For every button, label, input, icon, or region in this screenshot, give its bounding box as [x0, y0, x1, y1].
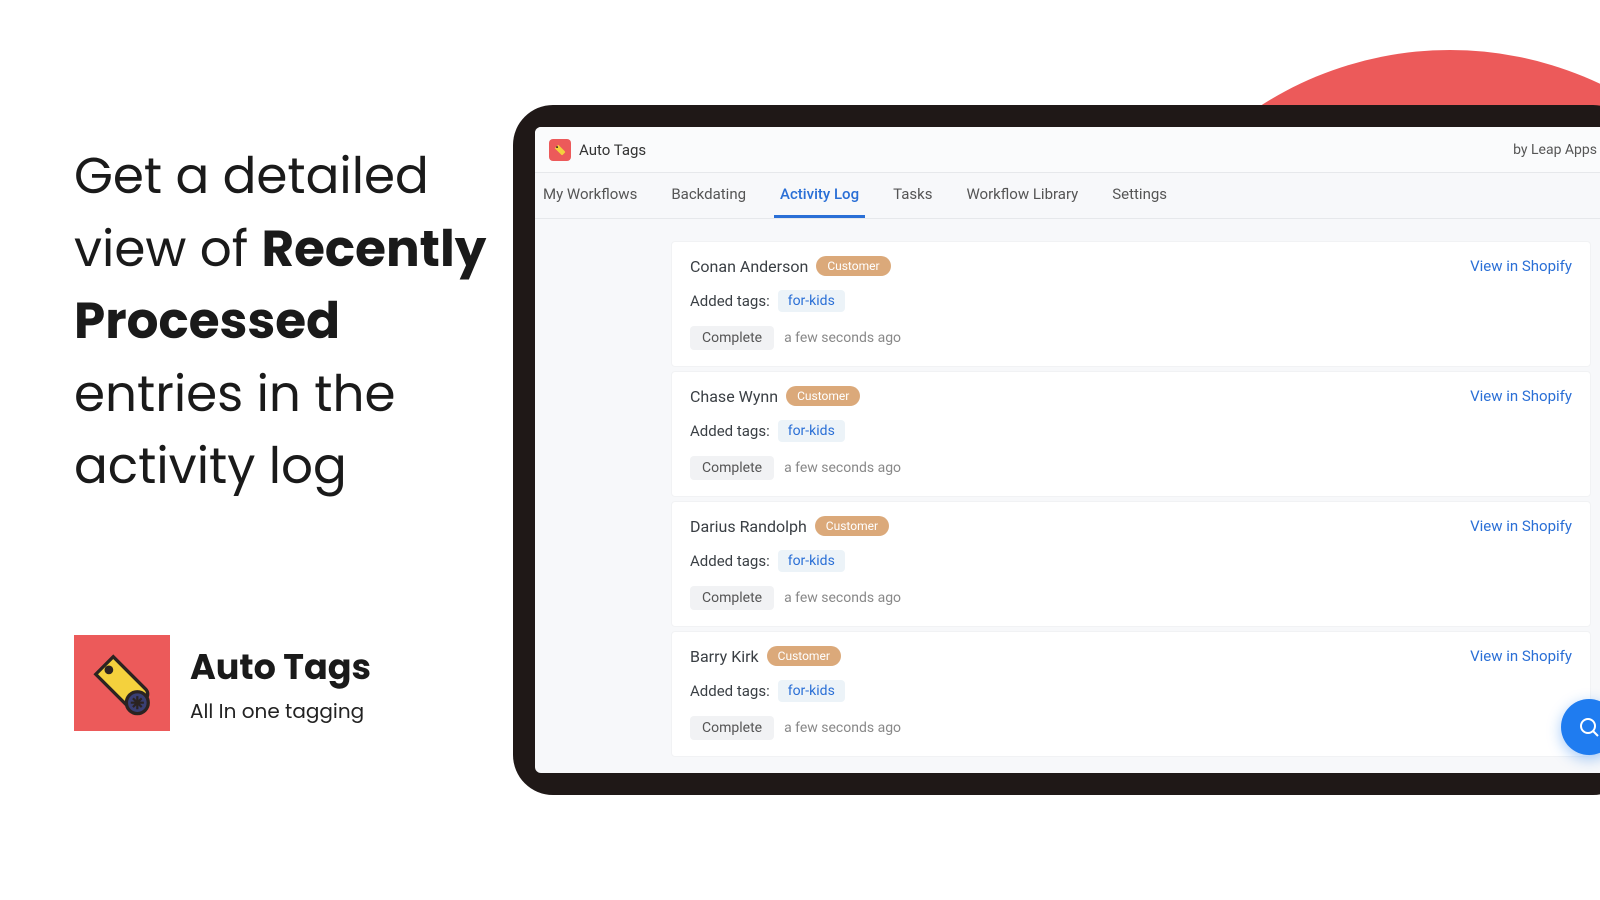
entity-type-badge: Customer: [767, 646, 841, 666]
added-tags-label: Added tags:: [690, 552, 770, 570]
entity-type-badge: Customer: [786, 386, 860, 406]
brand-name: Auto Tags: [190, 641, 371, 694]
tag-chip: for-kids: [778, 420, 845, 442]
tag-chip: for-kids: [778, 290, 845, 312]
tab-backdating[interactable]: Backdating: [665, 173, 752, 218]
status-badge: Complete: [690, 716, 774, 740]
activity-card: Barry Kirk Customer View in Shopify Added t…: [671, 631, 1591, 757]
tab-my-workflows[interactable]: My Workflows: [537, 173, 643, 218]
device-frame: Auto Tags by Leap Apps My Workflows Backd…: [513, 105, 1600, 795]
activity-card: Chase Wynn Customer View in Shopify Added t…: [671, 371, 1591, 497]
timestamp: a few seconds ago: [784, 330, 901, 346]
added-tags-label: Added tags:: [690, 292, 770, 310]
brand-block: Auto Tags All In one tagging: [74, 635, 371, 731]
app-header: Auto Tags by Leap Apps: [535, 127, 1600, 173]
app-screen: Auto Tags by Leap Apps My Workflows Backd…: [535, 127, 1600, 773]
tab-settings[interactable]: Settings: [1106, 173, 1173, 218]
added-tags-label: Added tags:: [690, 422, 770, 440]
marketing-headline: Get a detailed view of Recently Processe…: [74, 140, 494, 503]
view-in-shopify-link[interactable]: View in Shopify: [1470, 387, 1572, 405]
app-by-label: by Leap Apps: [1513, 142, 1597, 158]
view-in-shopify-link[interactable]: View in Shopify: [1470, 647, 1572, 665]
brand-logo-icon: [74, 635, 170, 731]
status-badge: Complete: [690, 456, 774, 480]
timestamp: a few seconds ago: [784, 460, 901, 476]
entity-type-badge: Customer: [816, 256, 890, 276]
status-badge: Complete: [690, 586, 774, 610]
entity-name: Darius Randolph: [690, 517, 807, 536]
activity-card: Darius Randolph Customer View in Shopify Ad…: [671, 501, 1591, 627]
tab-workflow-library[interactable]: Workflow Library: [960, 173, 1084, 218]
activity-card: Conan Anderson Customer View in Shopify Add…: [671, 241, 1591, 367]
timestamp: a few seconds ago: [784, 720, 901, 736]
view-in-shopify-link[interactable]: View in Shopify: [1470, 517, 1572, 535]
tab-tasks[interactable]: Tasks: [887, 173, 938, 218]
tabs-bar: My Workflows Backdating Activity Log Tasks W…: [535, 173, 1600, 219]
entity-name: Conan Anderson: [690, 257, 808, 276]
entity-name: Barry Kirk: [690, 647, 759, 666]
timestamp: a few seconds ago: [784, 590, 901, 606]
headline-part2: entries in the activity log: [74, 358, 395, 502]
entity-type-badge: Customer: [815, 516, 889, 536]
tab-activity-log[interactable]: Activity Log: [774, 173, 865, 218]
brand-tagline: All In one tagging: [190, 696, 371, 726]
tag-chip: for-kids: [778, 680, 845, 702]
added-tags-label: Added tags:: [690, 682, 770, 700]
entity-name: Chase Wynn: [690, 387, 778, 406]
tag-chip: for-kids: [778, 550, 845, 572]
view-in-shopify-link[interactable]: View in Shopify: [1470, 257, 1572, 275]
activity-list: Conan Anderson Customer View in Shopify Add…: [535, 219, 1600, 757]
app-logo-icon: [549, 139, 571, 161]
status-badge: Complete: [690, 326, 774, 350]
app-title: Auto Tags: [579, 141, 646, 159]
